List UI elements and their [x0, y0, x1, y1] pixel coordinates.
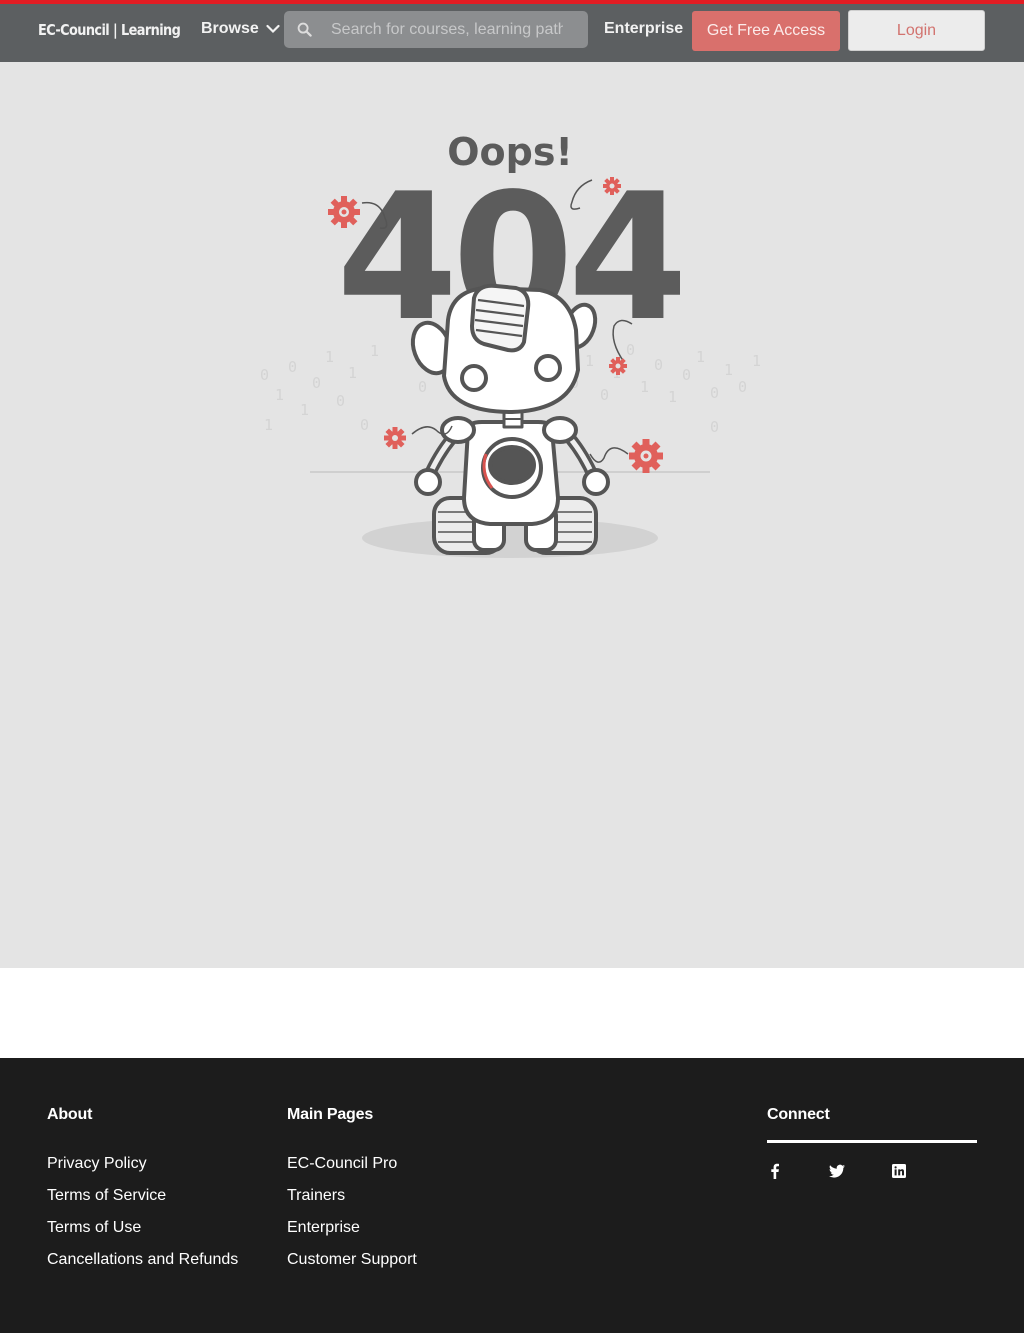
- footer-link-cancellations-refunds[interactable]: Cancellations and Refunds: [47, 1244, 238, 1276]
- footer-link-privacy-policy[interactable]: Privacy Policy: [47, 1148, 238, 1180]
- gear-icons: [328, 177, 663, 473]
- search-box: [284, 11, 588, 48]
- white-band: [0, 968, 1024, 1058]
- search-icon: [297, 22, 312, 37]
- connect-divider: [767, 1140, 977, 1143]
- browse-menu[interactable]: Browse: [201, 20, 280, 38]
- footer-connect-column: Connect: [767, 1106, 977, 1179]
- footer-link-ec-council-pro[interactable]: EC-Council Pro: [287, 1148, 417, 1180]
- footer-link-terms-of-service[interactable]: Terms of Service: [47, 1180, 238, 1212]
- footer-link-enterprise[interactable]: Enterprise: [287, 1212, 417, 1244]
- chevron-down-icon: [266, 24, 280, 34]
- footer-main-pages-heading: Main Pages: [287, 1106, 374, 1123]
- facebook-icon[interactable]: [767, 1163, 783, 1179]
- footer-about-column: About Privacy Policy Terms of Service Te…: [47, 1106, 238, 1276]
- get-free-access-button[interactable]: Get Free Access: [692, 11, 840, 51]
- social-links: [767, 1163, 977, 1179]
- twitter-icon[interactable]: [829, 1163, 845, 1179]
- search-input[interactable]: [331, 16, 563, 43]
- footer-connect-heading: Connect: [767, 1106, 830, 1123]
- footer-link-trainers[interactable]: Trainers: [287, 1180, 417, 1212]
- error-404-illustration: 0101 0101 0101 0101 0101 0101 0110 Oops!…: [240, 130, 780, 580]
- footer-link-terms-of-use[interactable]: Terms of Use: [47, 1212, 238, 1244]
- main-content: 0101 0101 0101 0101 0101 0101 0110 Oops!…: [0, 62, 1024, 968]
- footer-main-pages-column: Main Pages EC-Council Pro Trainers Enter…: [287, 1106, 417, 1276]
- browse-label: Browse: [201, 20, 259, 37]
- linkedin-icon[interactable]: [891, 1163, 907, 1179]
- login-button[interactable]: Login: [848, 10, 985, 51]
- footer-link-customer-support[interactable]: Customer Support: [287, 1244, 417, 1276]
- nav-enterprise-link[interactable]: Enterprise: [604, 20, 683, 38]
- logo[interactable]: EC-Council | Learning: [38, 21, 181, 39]
- navbar: EC-Council | Learning Browse Enterprise …: [0, 4, 1024, 62]
- footer: About Privacy Policy Terms of Service Te…: [0, 1058, 1024, 1333]
- footer-about-heading: About: [47, 1106, 93, 1123]
